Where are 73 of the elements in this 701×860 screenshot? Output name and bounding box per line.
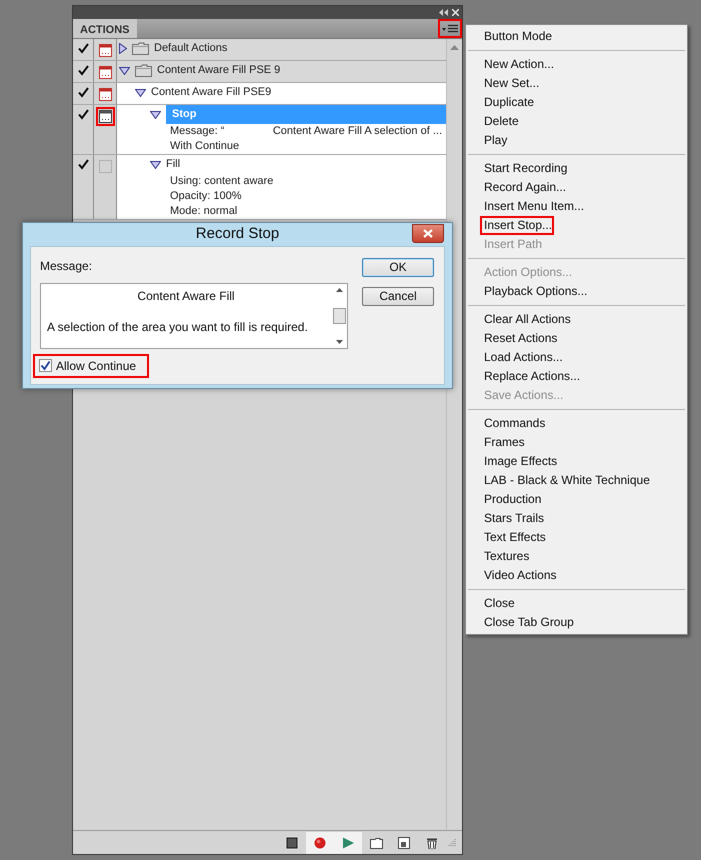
folder-icon <box>135 64 152 77</box>
resize-grip-icon[interactable] <box>446 838 456 848</box>
step-detail-text: With Continue <box>170 139 240 154</box>
menu-item[interactable]: Image Effects <box>480 452 560 471</box>
trash-icon[interactable] <box>426 836 438 848</box>
dialog-title: Record Stop <box>196 224 280 244</box>
message-text: Content Aware Fill <box>136 288 236 304</box>
menu-item[interactable]: Production <box>480 490 544 509</box>
menu-item[interactable]: Frames <box>480 433 527 452</box>
menu-item[interactable]: Playback Options... <box>480 282 590 301</box>
menu-item[interactable]: Reset Actions <box>480 329 560 348</box>
menu-item[interactable]: Stars Trails <box>480 509 546 528</box>
menu-item[interactable]: Clear All Actions <box>480 310 573 329</box>
menu-item[interactable]: LAB - Black & White Technique <box>480 471 652 490</box>
scroll-thumb[interactable] <box>332 308 346 324</box>
expanded-triangle-icon[interactable] <box>150 110 161 118</box>
menu-item[interactable]: Record Again... <box>480 178 568 197</box>
scroll-up-arrow-icon[interactable] <box>336 288 342 292</box>
step-detail-text: Message: “ <box>170 124 224 140</box>
folder-icon[interactable] <box>370 836 382 848</box>
dialog-toggle[interactable] <box>96 107 114 126</box>
step-detail-text: Content Aware Fill A selection of ... <box>272 124 442 140</box>
checkbox[interactable] <box>76 86 90 99</box>
dialog-button[interactable]: OK <box>362 258 434 276</box>
close-button[interactable] <box>412 224 444 243</box>
expanded-triangle-icon[interactable] <box>119 66 130 74</box>
checkbox[interactable]: Allow Continue <box>33 354 150 378</box>
message-label: Message: <box>40 258 94 274</box>
menu-item[interactable]: Insert Menu Item... <box>480 197 586 216</box>
menu-item[interactable]: Close Tab Group <box>480 613 576 632</box>
menu-item[interactable]: Text Effects <box>480 528 548 547</box>
menu-item[interactable]: Commands <box>480 414 548 433</box>
set-label[interactable]: Default Actions <box>154 40 228 57</box>
expanded-triangle-icon[interactable] <box>150 160 161 168</box>
new-page-icon[interactable] <box>398 836 410 848</box>
menu-item[interactable]: Duplicate <box>480 93 536 112</box>
menu-item[interactable]: Play <box>480 131 510 150</box>
checkbox[interactable] <box>76 42 90 55</box>
step-detail-text: Opacity: 100% <box>170 189 242 204</box>
menu-item[interactable]: Insert Stop... <box>480 216 554 235</box>
menu-item[interactable]: New Set... <box>480 74 542 93</box>
menu-item[interactable]: Load Actions... <box>480 348 565 367</box>
menu-item[interactable]: Close <box>480 594 517 613</box>
message-text: A selection of the area you want to fill is required. <box>47 318 309 336</box>
checkbox[interactable] <box>76 108 90 121</box>
check-icon <box>40 360 51 371</box>
close-icon <box>423 229 433 238</box>
menu-item[interactable]: Delete <box>480 112 521 131</box>
dialog-button[interactable]: Cancel <box>362 286 434 306</box>
checkbox[interactable] <box>76 158 90 171</box>
menu-item[interactable]: Start Recording <box>480 159 570 178</box>
panel-menu-button[interactable] <box>438 19 462 38</box>
folder-icon <box>132 42 149 55</box>
close-icon[interactable] <box>452 9 459 16</box>
scroll-down-arrow-icon[interactable] <box>336 340 342 344</box>
record-icon[interactable] <box>314 836 326 848</box>
step-label[interactable]: Fill <box>166 156 180 173</box>
menu-item[interactable]: Textures <box>480 547 532 566</box>
step-detail-text: Mode: normal <box>170 204 238 220</box>
play-icon[interactable] <box>342 836 354 848</box>
panel-tab[interactable]: ACTIONS <box>73 19 136 38</box>
checkbox[interactable] <box>76 64 90 77</box>
collapse-icon[interactable] <box>439 9 448 16</box>
menu-item[interactable]: Video Actions <box>480 566 558 585</box>
menu-icon <box>442 24 458 34</box>
menu-item[interactable]: New Action... <box>480 55 556 74</box>
menu-item[interactable]: Button Mode <box>480 27 554 46</box>
message-field[interactable]: Content Aware Fill A selection of the area you want to fill is required. <box>40 282 348 348</box>
collapsed-triangle-icon[interactable] <box>119 43 127 54</box>
stop-icon[interactable] <box>286 836 298 848</box>
menu-item[interactable]: Replace Actions... <box>480 367 582 386</box>
expanded-triangle-icon[interactable] <box>135 88 146 96</box>
step-detail-text: Using: content aware <box>170 174 274 190</box>
